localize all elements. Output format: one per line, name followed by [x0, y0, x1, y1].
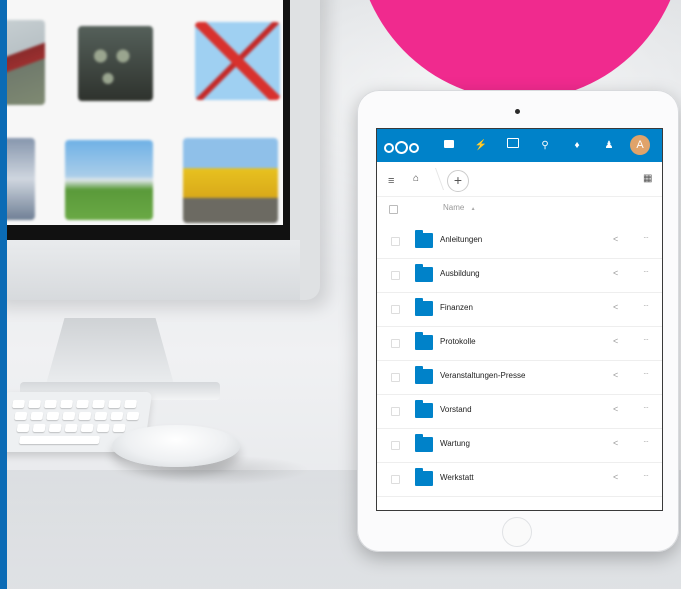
row-checkbox[interactable]: [391, 407, 400, 416]
folder-icon: [415, 434, 433, 452]
breadcrumb-separator: [424, 168, 445, 190]
folder-name[interactable]: Anleitungen: [440, 235, 482, 244]
activity-icon[interactable]: ⚡: [471, 129, 491, 162]
desktop-monitor: [0, 0, 320, 300]
user-avatar[interactable]: A: [630, 135, 650, 155]
share-icon[interactable]: <: [613, 370, 618, 380]
add-new-button[interactable]: +: [447, 170, 469, 192]
row-checkbox[interactable]: [391, 373, 400, 382]
share-icon[interactable]: <: [613, 438, 618, 448]
folder-name[interactable]: Veranstaltungen-Presse: [440, 371, 525, 380]
contacts-icon[interactable]: ♟: [599, 129, 619, 162]
share-icon[interactable]: <: [613, 302, 618, 312]
more-actions-icon[interactable]: ···: [643, 403, 649, 412]
more-actions-icon[interactable]: ···: [643, 437, 649, 446]
ipad-tablet: ⚡ ⚲ ♦ ♟ A ≡ ⌂ + ▦ Name ▲ Anleitungen < ·…: [357, 90, 679, 552]
nextcloud-header: ⚡ ⚲ ♦ ♟ A: [377, 129, 662, 162]
nextcloud-logo-icon[interactable]: [384, 139, 419, 157]
folder-icon: [415, 230, 433, 248]
search-icon[interactable]: ⚲: [535, 129, 555, 162]
folder-icon: [415, 264, 433, 282]
folder-row[interactable]: Vorstand < ···: [377, 394, 662, 429]
folder-row[interactable]: Finanzen < ···: [377, 292, 662, 327]
background-scene: ⚡ ⚲ ♦ ♟ A ≡ ⌂ + ▦ Name ▲ Anleitungen < ·…: [0, 0, 681, 589]
file-list-header: Name ▲: [377, 196, 662, 224]
select-all-checkbox[interactable]: [389, 205, 398, 214]
more-actions-icon[interactable]: ···: [643, 335, 649, 344]
folder-name[interactable]: Ausbildung: [440, 269, 480, 278]
folder-name[interactable]: Vorstand: [440, 405, 472, 414]
row-checkbox[interactable]: [391, 305, 400, 314]
row-checkbox[interactable]: [391, 339, 400, 348]
monitor-screen: [0, 0, 283, 225]
folder-row[interactable]: Werkstatt < ···: [377, 462, 662, 497]
folder-name[interactable]: Finanzen: [440, 303, 473, 312]
magic-mouse: [112, 425, 240, 467]
tablet-screen: ⚡ ⚲ ♦ ♟ A ≡ ⌂ + ▦ Name ▲ Anleitungen < ·…: [376, 128, 663, 511]
tablet-camera: [515, 109, 520, 114]
tablet-home-button: [502, 517, 532, 547]
thumbnail-red-plane: [195, 22, 280, 100]
left-accent-bar: [0, 0, 7, 589]
share-icon[interactable]: <: [613, 472, 618, 482]
folder-icon: [415, 468, 433, 486]
monitor-chin: [0, 240, 300, 300]
folder-name[interactable]: Protokolle: [440, 337, 476, 346]
thumbnail-cockpit: [78, 26, 153, 101]
folder-row[interactable]: Protokolle < ···: [377, 326, 662, 361]
menu-icon[interactable]: ≡: [388, 175, 394, 187]
share-icon[interactable]: <: [613, 404, 618, 414]
row-checkbox[interactable]: [391, 475, 400, 484]
more-actions-icon[interactable]: ···: [643, 267, 649, 276]
row-checkbox[interactable]: [391, 271, 400, 280]
files-folder-icon[interactable]: [439, 129, 459, 162]
share-icon[interactable]: <: [613, 234, 618, 244]
notifications-icon[interactable]: ♦: [567, 129, 587, 162]
home-breadcrumb-icon[interactable]: ⌂: [413, 173, 419, 184]
share-icon[interactable]: <: [613, 268, 618, 278]
folder-name[interactable]: Werkstatt: [440, 473, 474, 482]
files-controls-bar: ≡ ⌂ + ▦: [377, 162, 662, 197]
thumbnail-airfield: [65, 140, 153, 220]
folder-row[interactable]: Ausbildung < ···: [377, 258, 662, 293]
folder-row[interactable]: Wartung < ···: [377, 428, 662, 463]
folder-icon: [415, 366, 433, 384]
more-actions-icon[interactable]: ···: [643, 233, 649, 242]
folder-icon: [415, 400, 433, 418]
grid-view-toggle-icon[interactable]: ▦: [643, 173, 652, 184]
more-actions-icon[interactable]: ···: [643, 471, 649, 480]
share-icon[interactable]: <: [613, 336, 618, 346]
name-column-label: Name: [443, 203, 465, 212]
row-checkbox[interactable]: [391, 237, 400, 246]
sort-ascending-icon: ▲: [470, 206, 476, 212]
more-actions-icon[interactable]: ···: [643, 369, 649, 378]
row-checkbox[interactable]: [391, 441, 400, 450]
folder-row[interactable]: Anleitungen < ···: [377, 224, 662, 259]
folder-icon: [415, 298, 433, 316]
monitor-stand: [45, 318, 175, 388]
more-actions-icon[interactable]: ···: [643, 301, 649, 310]
name-column-header[interactable]: Name ▲: [443, 203, 476, 212]
folder-icon: [415, 332, 433, 350]
thumbnail-yellow-vehicle: [183, 138, 278, 223]
folder-row[interactable]: Veranstaltungen-Presse < ···: [377, 360, 662, 395]
gallery-icon[interactable]: [503, 129, 523, 162]
folder-name[interactable]: Wartung: [440, 439, 470, 448]
